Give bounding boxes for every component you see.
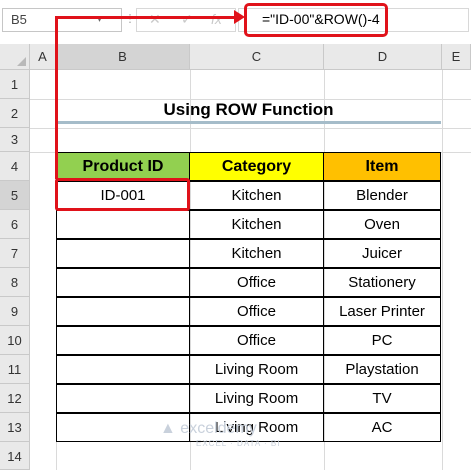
table-cell-item[interactable]: Blender (323, 181, 441, 210)
column-header-e[interactable]: E (442, 44, 471, 70)
table-cell-category[interactable]: Kitchen (189, 239, 324, 268)
row-header-2[interactable]: 2 (0, 99, 30, 128)
gridline (30, 128, 471, 129)
table-cell-category[interactable]: Kitchen (189, 210, 324, 239)
select-all-corner[interactable] (0, 44, 30, 70)
table-cell-category[interactable]: Office (189, 326, 324, 355)
column-header-d[interactable]: D (324, 44, 442, 70)
gridline (442, 70, 443, 470)
table-cell-item[interactable]: AC (323, 413, 441, 442)
header-item[interactable]: Item (323, 152, 441, 181)
row-header-5[interactable]: 5 (0, 181, 30, 210)
table-cell-item[interactable]: Laser Printer (323, 297, 441, 326)
check-icon[interactable]: ✓ (181, 11, 193, 28)
x-icon[interactable]: ✕ (149, 11, 161, 28)
table-cell-item[interactable]: Oven (323, 210, 441, 239)
table-cell-category[interactable]: Office (189, 297, 324, 326)
watermark-brand: exceldemy (180, 420, 257, 437)
annotation-connector (55, 16, 236, 19)
row-header-9[interactable]: 9 (0, 297, 30, 326)
table-cell-product-id[interactable] (56, 239, 190, 268)
column-header-b[interactable]: B (56, 44, 190, 70)
row-header-3[interactable]: 3 (0, 128, 30, 152)
sheet-title[interactable]: Using ROW Function (56, 96, 441, 124)
table-cell-category[interactable]: Living Room (189, 384, 324, 413)
table-cell-item[interactable]: Juicer (323, 239, 441, 268)
row-header-4[interactable]: 4 (0, 152, 30, 181)
header-product-id[interactable]: Product ID (56, 152, 190, 181)
table-cell-item[interactable]: Playstation (323, 355, 441, 384)
vertical-dots-icon[interactable]: ⋮ (124, 8, 136, 32)
row-header-1[interactable]: 1 (0, 70, 30, 99)
table-cell-product-id[interactable] (56, 297, 190, 326)
name-box-value: B5 (11, 12, 27, 27)
table-cell-item[interactable]: TV (323, 384, 441, 413)
row-header-6[interactable]: 6 (0, 210, 30, 239)
column-header-c[interactable]: C (190, 44, 324, 70)
selected-cell-highlight (55, 178, 190, 211)
chevron-down-icon[interactable]: ▾ (97, 9, 109, 31)
table-cell-product-id[interactable] (56, 384, 190, 413)
arrow-right-icon (234, 10, 245, 24)
watermark-tagline: EXCEL · DATA · BI (196, 439, 281, 448)
column-header-a[interactable]: A (30, 44, 56, 70)
fx-icon[interactable]: fx (211, 11, 222, 27)
table-cell-item[interactable]: PC (323, 326, 441, 355)
table-cell-category[interactable]: Office (189, 268, 324, 297)
table-cell-product-id[interactable] (56, 326, 190, 355)
table-cell-product-id[interactable] (56, 268, 190, 297)
formula-highlight-box (244, 3, 388, 37)
formula-buttons: ✕ ✓ fx (136, 8, 236, 32)
annotation-connector (55, 16, 58, 179)
table-cell-category[interactable]: Kitchen (189, 181, 324, 210)
table-cell-item[interactable]: Stationery (323, 268, 441, 297)
watermark-icon: ▲ (160, 420, 176, 437)
row-header-13[interactable]: 13 (0, 413, 30, 442)
header-category[interactable]: Category (189, 152, 324, 181)
row-header-7[interactable]: 7 (0, 239, 30, 268)
table-cell-product-id[interactable] (56, 210, 190, 239)
table-cell-product-id[interactable] (56, 355, 190, 384)
row-header-8[interactable]: 8 (0, 268, 30, 297)
row-header-10[interactable]: 10 (0, 326, 30, 355)
table-cell-category[interactable]: Living Room (189, 355, 324, 384)
watermark-logo: ▲ exceldemy (160, 420, 257, 438)
row-header-12[interactable]: 12 (0, 384, 30, 413)
row-header-14[interactable]: 14 (0, 442, 30, 470)
row-header-11[interactable]: 11 (0, 355, 30, 384)
name-box[interactable]: B5 ▾ (2, 8, 122, 32)
title-underline (56, 121, 441, 124)
